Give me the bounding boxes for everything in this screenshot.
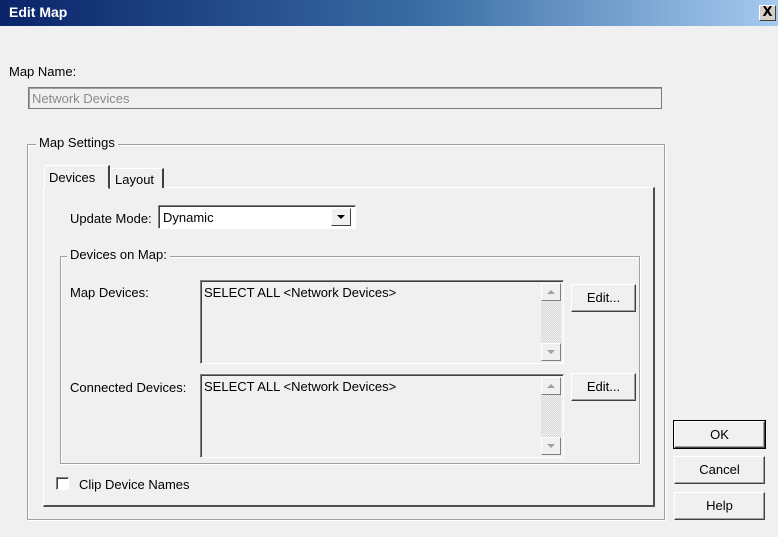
scroll-down-button[interactable] [541, 343, 561, 361]
cancel-button[interactable]: Cancel [674, 456, 765, 484]
map-devices-value: SELECT ALL <Network Devices> [204, 285, 397, 300]
tab-layout[interactable]: Layout [110, 168, 164, 188]
update-mode-label: Update Mode: [70, 211, 152, 226]
map-name-value: Network Devices [32, 91, 130, 106]
map-devices-label: Map Devices: [70, 285, 149, 300]
map-devices-edit-button[interactable]: Edit... [571, 284, 636, 312]
update-mode-value: Dynamic [163, 210, 214, 225]
clip-device-names-checkbox[interactable] [56, 477, 69, 490]
update-mode-dropdown[interactable]: Dynamic [158, 205, 356, 229]
devices-on-map-label: Devices on Map: [67, 247, 170, 262]
ok-button[interactable]: OK [673, 420, 766, 449]
scroll-up-button[interactable] [541, 283, 561, 301]
scroll-up-button[interactable] [541, 377, 561, 395]
help-button[interactable]: Help [674, 492, 765, 520]
tab-devices-label: Devices [49, 170, 96, 185]
tab-layout-label: Layout [115, 172, 155, 187]
window-title: Edit Map [9, 4, 68, 20]
map-name-field[interactable]: Network Devices [28, 87, 662, 109]
scroll-down-arrow-icon [547, 350, 555, 354]
tab-devices[interactable]: Devices [44, 165, 110, 189]
close-button[interactable]: X [759, 5, 776, 21]
connected-devices-edit-button[interactable]: Edit... [571, 373, 636, 401]
connected-devices-label: Connected Devices: [70, 380, 187, 395]
dropdown-arrow-button[interactable] [331, 208, 351, 226]
connected-devices-listbox[interactable]: SELECT ALL <Network Devices> [200, 374, 564, 458]
map-devices-listbox[interactable]: SELECT ALL <Network Devices> [200, 280, 564, 364]
scroll-up-arrow-icon [547, 290, 555, 294]
connected-devices-value: SELECT ALL <Network Devices> [204, 379, 397, 394]
close-icon[interactable]: X [762, 5, 772, 20]
map-name-label: Map Name: [9, 64, 77, 79]
chevron-down-icon [337, 215, 345, 219]
scroll-up-arrow-icon [547, 384, 555, 388]
map-devices-scrollbar[interactable] [541, 283, 561, 361]
clip-device-names-label[interactable]: Clip Device Names [79, 477, 190, 492]
map-settings-label: Map Settings [36, 135, 118, 150]
scroll-down-arrow-icon [547, 444, 555, 448]
connected-devices-scrollbar[interactable] [541, 377, 561, 455]
scroll-down-button[interactable] [541, 437, 561, 455]
title-bar[interactable] [0, 0, 778, 26]
